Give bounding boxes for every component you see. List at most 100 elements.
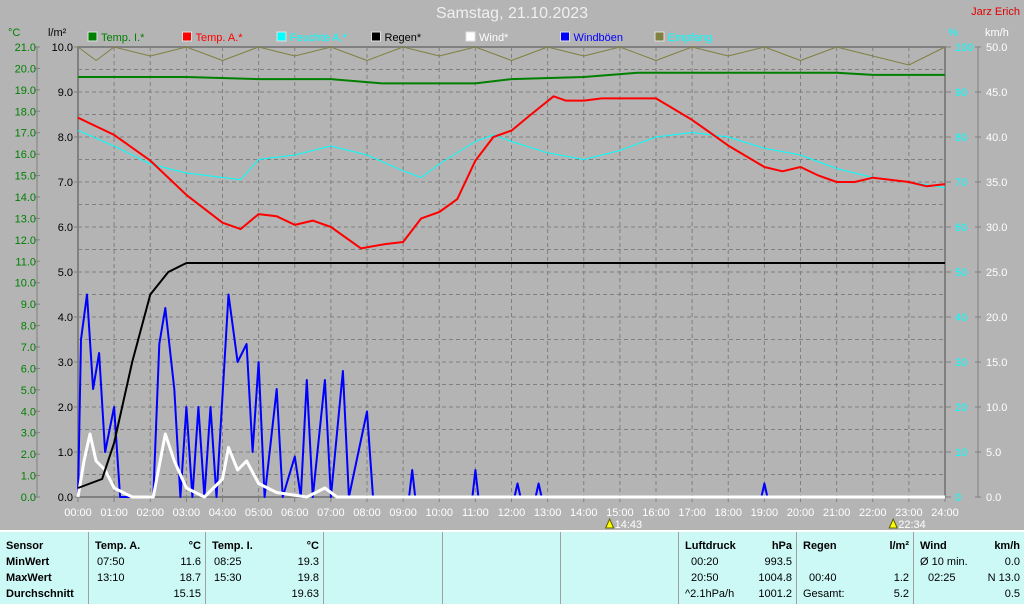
humidity-tick-label: 40	[955, 312, 967, 324]
pressure-header: Luftdruck	[685, 540, 736, 552]
x-tick-label: 07:00	[317, 507, 345, 519]
temp-i-max: 19.8	[297, 572, 319, 584]
pressure-avg: 1001.2	[758, 588, 792, 600]
wind-day-avg: 0.5	[1004, 588, 1020, 600]
wind-axis-unit: km/h	[985, 27, 1009, 39]
x-tick-label: 09:00	[389, 507, 417, 519]
legend-swatch	[87, 31, 98, 42]
x-tick-label: 15:00	[606, 507, 634, 519]
rain-tick-label: 6.0	[58, 222, 73, 234]
legend-swatch	[276, 31, 287, 42]
rain-tick-label: 10.0	[52, 42, 73, 54]
pressure-max: 1004.8	[758, 572, 792, 584]
legend-label: Windböen	[574, 32, 624, 44]
humidity-tick-label: 50	[955, 267, 967, 279]
x-tick-label: 00:00	[64, 507, 92, 519]
temp-tick-label: 16.0	[15, 149, 36, 161]
wind-avg: 0.0	[1004, 556, 1020, 568]
temp-tick-label: 17.0	[15, 128, 36, 140]
col-temp-a: Temp. A. °C 07:50 11.6 13:10 18.7 15.15	[88, 532, 205, 604]
row-label-max: MaxWert	[6, 572, 52, 584]
x-tick-label: 23:00	[895, 507, 923, 519]
rain-tick-label: 8.0	[58, 132, 73, 144]
wind-tick-label: 15.0	[986, 357, 1007, 369]
x-tick-label: 10:00	[425, 507, 453, 519]
wind-tick-label: 25.0	[986, 267, 1007, 279]
wind-tick-label: 20.0	[986, 312, 1007, 324]
annotation-label: 14:43	[615, 519, 643, 530]
wind-tick-label: 40.0	[986, 132, 1007, 144]
wind-tick-label: 45.0	[986, 87, 1007, 99]
temp-tick-label: 20.0	[15, 63, 36, 75]
col-empty-3	[560, 532, 678, 604]
temp-tick-label: 11.0	[15, 256, 36, 268]
temp-i-avg: 19.63	[291, 588, 319, 600]
wind-avg-label: Ø 10 min.	[920, 556, 968, 568]
x-tick-label: 22:00	[859, 507, 887, 519]
temp-tick-label: 9.0	[21, 299, 36, 311]
humidity-tick-label: 20	[955, 402, 967, 414]
x-tick-label: 08:00	[353, 507, 381, 519]
humidity-tick-label: 80	[955, 132, 967, 144]
legend-swatch	[371, 31, 381, 42]
pressure-unit: hPa	[771, 540, 792, 552]
legend-swatch	[560, 31, 570, 42]
humidity-tick-label: 30	[955, 357, 967, 369]
temp-tick-label: 0.0	[21, 492, 36, 504]
temp-i-min: 19.3	[297, 556, 319, 568]
rain-max: 1.2	[893, 572, 909, 584]
temp-tick-label: 6.0	[21, 363, 36, 375]
temp-tick-label: 12.0	[15, 235, 36, 247]
temp-a-min-time: 07:50	[97, 556, 125, 568]
chart-title: Samstag, 21.10.2023	[435, 5, 589, 22]
col-sensor: Sensor MinWert MaxWert Durchschnitt	[0, 532, 88, 604]
rain-tick-label: 7.0	[58, 177, 73, 189]
humidity-tick-label: 0	[955, 492, 961, 504]
x-tick-label: 03:00	[173, 507, 201, 519]
rain-total: 5.2	[893, 588, 909, 600]
x-tick-label: 13:00	[534, 507, 562, 519]
temp-i-header: Temp. I.	[212, 540, 253, 552]
x-tick-label: 16:00	[642, 507, 670, 519]
col-temp-i: Temp. I. °C 08:25 19.3 15:30 19.8 19.63	[205, 532, 323, 604]
rain-tick-label: 4.0	[58, 312, 73, 324]
temp-a-unit: °C	[188, 540, 201, 552]
rain-tick-label: 2.0	[58, 402, 73, 414]
x-tick-label: 04:00	[209, 507, 237, 519]
humidity-tick-label: 70	[955, 177, 967, 189]
wind-tick-label: 0.0	[986, 492, 1001, 504]
rain-header: Regen	[803, 540, 837, 552]
x-tick-label: 24:00	[931, 507, 959, 519]
temp-tick-label: 15.0	[15, 171, 36, 183]
weather-chart: 00:00 01:00 02:00 03:00 04:00 05:00 06:00 07:00…	[8, 27, 1009, 530]
row-label-min: MinWert	[6, 556, 50, 568]
rain-total-label: Gesamt:	[803, 588, 845, 600]
legend-swatch	[465, 31, 476, 42]
author-label: Jarz Erich	[971, 6, 1020, 18]
legend-label: Regen*	[385, 32, 422, 44]
x-tick-label: 12:00	[498, 507, 526, 519]
legend-swatch	[182, 31, 192, 42]
temp-i-max-time: 15:30	[214, 572, 242, 584]
temp-a-max-time: 13:10	[97, 572, 125, 584]
col-pressure: Luftdruck hPa 00:20 993.5 20:50 1004.8 ^2.1…	[678, 532, 796, 604]
rain-tick-label: 5.0	[58, 267, 73, 279]
col-empty-2	[442, 532, 560, 604]
temp-tick-label: 18.0	[15, 106, 36, 118]
x-tick-label: 11:00	[462, 507, 489, 519]
wind-tick-label: 50.0	[986, 42, 1007, 54]
temp-a-min: 11.6	[180, 556, 201, 568]
x-tick-label: 02:00	[136, 507, 164, 519]
x-tick-label: 20:00	[787, 507, 815, 519]
temp-tick-label: 2.0	[21, 449, 36, 461]
x-tick-label: 01:00	[100, 507, 128, 519]
temp-tick-label: 19.0	[15, 85, 36, 97]
x-tick-label: 14:00	[570, 507, 598, 519]
rain-tick-label: 3.0	[58, 357, 73, 369]
x-tick-label: 17:00	[678, 507, 706, 519]
series-line-windb-en	[77, 293, 945, 498]
pressure-min-time: 00:20	[691, 556, 719, 568]
temp-tick-label: 8.0	[21, 321, 36, 333]
row-label-avg: Durchschnitt	[6, 588, 74, 600]
temp-i-min-time: 08:25	[214, 556, 242, 568]
